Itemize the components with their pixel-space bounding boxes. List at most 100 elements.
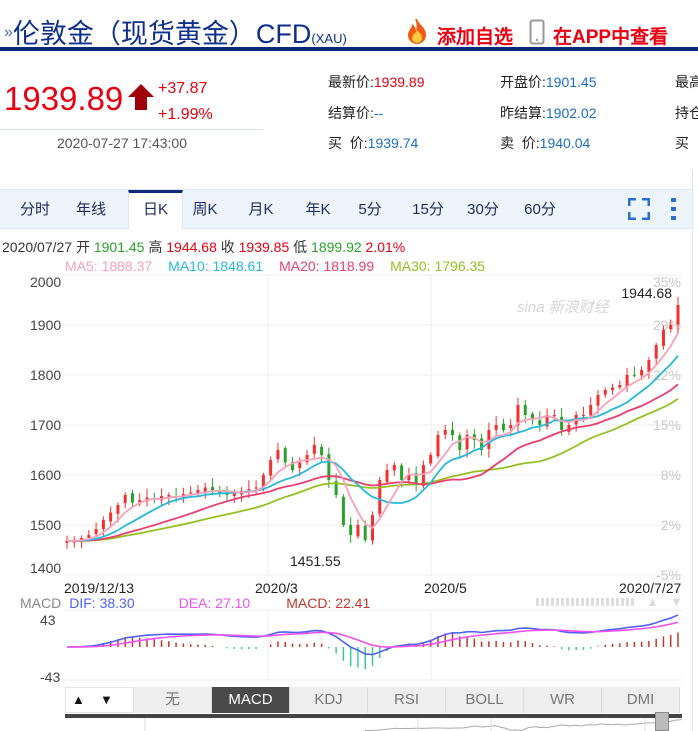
tab-5[interactable]: 年K — [297, 190, 339, 228]
more-icon[interactable] — [671, 198, 677, 225]
indicator-tab[interactable]: RSI — [368, 687, 446, 713]
y-tick-right-label: 8% — [661, 467, 681, 483]
indicator-tab[interactable]: WR — [524, 687, 602, 713]
info-item: 持仓 — [675, 103, 698, 123]
info-value: 1902.02 — [545, 105, 597, 121]
y-tick-label: 1400 — [30, 560, 61, 576]
kline-chart[interactable]: 200019001800170016001500140035%29%22%15%… — [0, 270, 692, 690]
indicator-tab[interactable]: 无 — [134, 687, 212, 713]
arrow-down-button[interactable]: ▼ — [100, 692, 113, 707]
candle-body — [647, 360, 651, 372]
phone-icon — [529, 19, 545, 50]
y-tick-label: 1900 — [30, 317, 61, 333]
x-tick: 2020/3 — [255, 580, 298, 596]
candle-body — [392, 465, 396, 471]
candle-body — [523, 404, 527, 415]
indicator-tab[interactable]: MACD — [212, 687, 290, 713]
period-tabs: 分时 年线 日K 周K 月K 年K 5分 15分 30分 60分 — [0, 189, 692, 229]
tab-9[interactable]: 60分 — [519, 190, 561, 228]
candle-body — [632, 374, 636, 376]
indicator-tab[interactable]: DMI — [602, 687, 680, 713]
candle-body — [123, 495, 127, 504]
candle-body — [341, 496, 345, 525]
indicator-tabs: 无 MACD KDJ RSI BOLL WR DMI — [134, 687, 682, 713]
navigator-chart[interactable] — [65, 718, 682, 731]
info-item: 卖 价:1940.04 — [500, 133, 590, 153]
candle-body — [94, 529, 98, 534]
y-tick-label: 1700 — [30, 417, 61, 433]
candle-body — [247, 489, 251, 490]
y-tick-label: 1500 — [30, 517, 61, 533]
candle-body — [429, 455, 433, 464]
view-in-app-link[interactable]: 在APP中查看 — [553, 22, 668, 49]
navigator-handle[interactable] — [655, 712, 669, 731]
info-label: 买 价: — [328, 135, 368, 151]
tab-3[interactable]: 周K — [184, 190, 226, 228]
candle-body — [87, 535, 91, 538]
y-tick-right-label: 15% — [653, 417, 681, 433]
tab-4[interactable]: 月K — [240, 190, 282, 228]
candle-body — [349, 524, 353, 535]
macd-title: MACD — [20, 595, 62, 611]
y-tick-label: 1800 — [30, 367, 61, 383]
y-tick-right-label: 2% — [661, 517, 681, 533]
candle-body — [276, 450, 280, 460]
tab-8[interactable]: 30分 — [462, 190, 504, 228]
x-tick: 2019/12/13 — [64, 580, 135, 596]
candle-body — [283, 448, 287, 463]
candle-body — [116, 505, 120, 514]
indicator-arrows: ▲ ▼ — [65, 687, 134, 713]
candle-body — [669, 325, 673, 330]
macd-top-label: 43 — [40, 612, 56, 628]
candle-body — [443, 430, 447, 435]
candle-body — [654, 345, 658, 359]
fire-icon[interactable] — [404, 18, 430, 49]
high-value: 1944.68 — [166, 239, 217, 255]
macd-value: MACD: 22.41 — [286, 595, 371, 611]
dif-value: DIF: 38.30 — [69, 595, 135, 611]
scroll-dots — [536, 598, 636, 606]
fullscreen-icon[interactable] — [627, 197, 651, 225]
tab-1[interactable]: 年线 — [70, 190, 112, 228]
divider — [0, 129, 264, 130]
info-item: 买 — [675, 133, 689, 153]
candle-body — [661, 330, 665, 346]
dea-value: DEA: 27.10 — [178, 595, 251, 611]
info-label: 最新价: — [328, 74, 374, 90]
low-value: 1899.92 — [311, 239, 362, 255]
tab-2[interactable]: 日K — [128, 190, 183, 229]
scroll-up-icon[interactable]: ▲ — [646, 594, 659, 609]
tab-6[interactable]: 5分 — [355, 190, 385, 228]
info-label: 卖 价: — [500, 135, 540, 151]
add-favorite-link[interactable]: 添加自选 — [437, 22, 513, 49]
tab-0[interactable]: 分时 — [14, 190, 56, 228]
candle-body — [596, 395, 600, 406]
candle-body — [363, 525, 367, 540]
low-label: 低 — [293, 239, 308, 255]
arrow-up-button[interactable]: ▲ — [72, 692, 85, 707]
info-label: 持仓 — [675, 105, 698, 121]
tab-7[interactable]: 15分 — [407, 190, 449, 228]
indicator-tab[interactable]: BOLL — [446, 687, 524, 713]
info-value: 1901.45 — [545, 74, 597, 90]
change-block: +37.87 +1.99% — [158, 76, 213, 128]
candle-body — [552, 415, 556, 417]
ma5-line — [66, 332, 679, 542]
page-title: »伦敦金（现货黄金）CFD(XAU) — [4, 12, 347, 51]
candle-body — [298, 462, 302, 469]
info-value: 1940.04 — [539, 135, 591, 151]
high-label: 高 — [148, 239, 163, 255]
candle-body — [458, 435, 462, 450]
candle-body — [603, 390, 607, 395]
candle-body — [618, 385, 622, 388]
ohlc-date: 2020/07/27 — [2, 239, 73, 255]
candle-body — [109, 512, 113, 522]
min-price-label: 1451.55 — [290, 553, 341, 569]
candle-body — [611, 387, 615, 391]
open-label: 开 — [75, 239, 90, 255]
macd-bottom-label: -43 — [40, 669, 60, 685]
info-item: 最新价:1939.89 — [328, 72, 425, 92]
indicator-tab[interactable]: KDJ — [290, 687, 368, 713]
scroll-down-icon[interactable]: ▼ — [670, 594, 683, 609]
header-divider — [0, 47, 698, 51]
